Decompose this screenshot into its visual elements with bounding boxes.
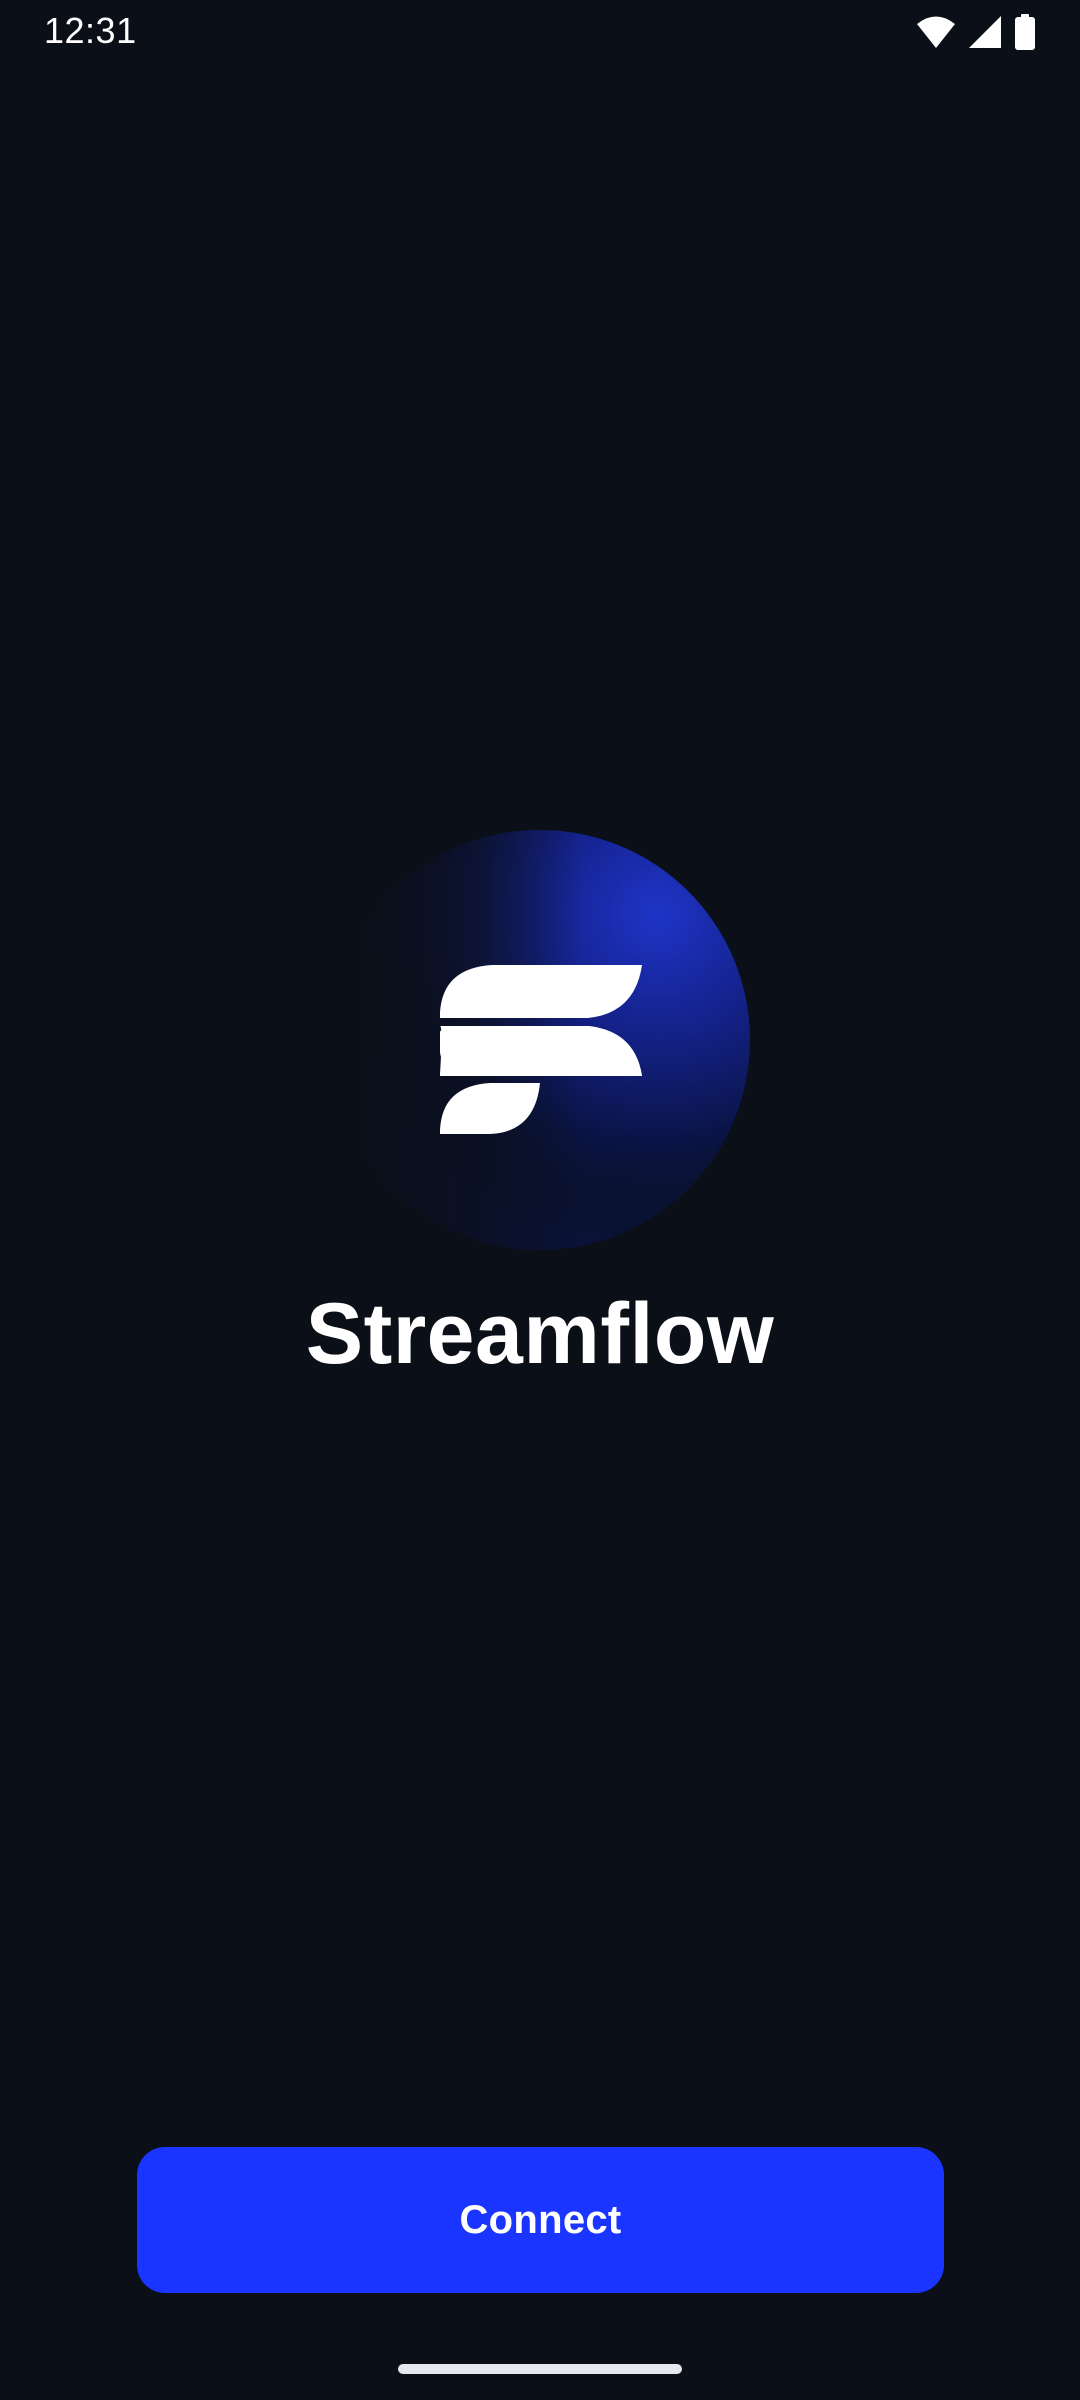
home-indicator[interactable] <box>398 2364 682 2374</box>
status-time: 12:31 <box>44 10 137 51</box>
connect-button[interactable]: Connect <box>137 2147 944 2293</box>
status-bar: 12:31 <box>0 0 1080 64</box>
signal-icon <box>968 15 1002 49</box>
streamflow-logo-icon <box>330 830 750 1250</box>
app-name: Streamflow <box>305 1286 775 1382</box>
wifi-icon <box>916 15 956 49</box>
status-icons <box>916 12 1036 52</box>
battery-icon <box>1014 14 1036 50</box>
connect-button-label: Connect <box>459 2197 622 2242</box>
